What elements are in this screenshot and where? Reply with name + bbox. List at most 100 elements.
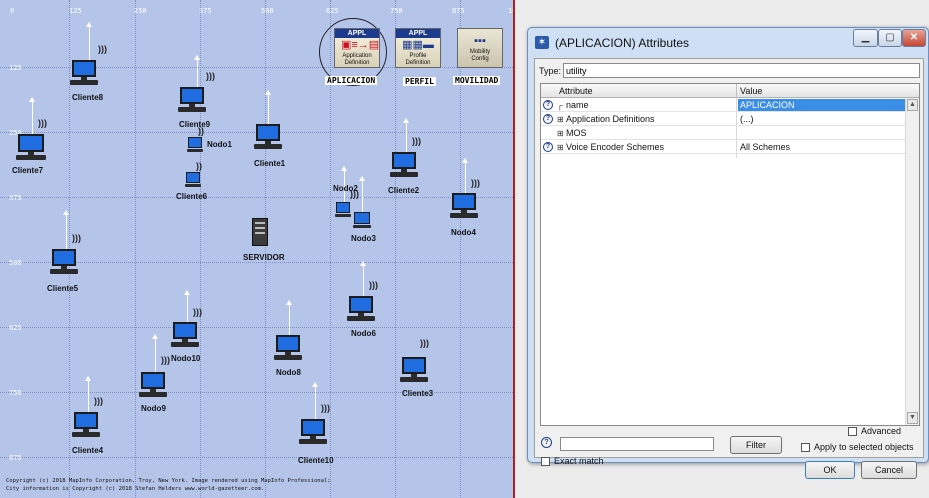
column-header-attribute[interactable]: Attribute	[559, 86, 593, 96]
node-label: Cliente8	[72, 93, 104, 102]
config-label: PERFIL	[403, 77, 436, 86]
close-icon: ✕	[909, 32, 919, 43]
cancel-button-label: Cancel	[874, 465, 903, 475]
grid-line	[460, 0, 461, 498]
type-field[interactable]	[563, 63, 920, 78]
cancel-button[interactable]: Cancel	[861, 461, 917, 479]
attributes-dialog: ✶ (APLICACION) Attributes ▁ ▢ ✕ Type: At…	[527, 27, 929, 479]
question-circle-icon[interactable]: ?	[543, 142, 553, 152]
config-text: Definition	[405, 60, 431, 66]
expand-icon[interactable]: ⊞	[557, 129, 564, 138]
attribute-value[interactable]: (...)	[738, 113, 905, 125]
node-label: Nodo3	[351, 234, 376, 243]
config-text: Profile	[409, 53, 427, 59]
table-row[interactable]: ⊞ MOS	[541, 127, 905, 140]
x-tick: 750	[390, 7, 403, 15]
exact-match-label[interactable]: Exact match	[554, 456, 604, 466]
table-row[interactable]: ? ⊞ Voice Encoder Schemes All Schemes	[541, 141, 905, 154]
scroll-up-icon[interactable]: ▲	[907, 99, 918, 111]
server-node[interactable]	[252, 218, 268, 246]
grid-line	[200, 0, 201, 498]
y-tick: 625	[9, 324, 22, 332]
config-header: APPL	[396, 29, 440, 38]
expand-icon[interactable]: ⊞	[557, 115, 564, 124]
filter-button-label: Filter	[746, 440, 766, 450]
minimize-icon: ▁	[861, 32, 870, 43]
x-tick: 250	[134, 7, 147, 15]
y-tick: 125	[9, 64, 22, 72]
column-divider[interactable]	[736, 84, 737, 98]
dialog-titlebar[interactable]: ✶ (APLICACION) Attributes ▁ ▢ ✕	[528, 28, 928, 56]
application-icon: ▣≡→▤	[341, 39, 380, 51]
config-text: Config	[471, 56, 489, 62]
node-label: Cliente2	[388, 186, 420, 195]
config-label: MOVILIDAD	[453, 76, 501, 85]
node-label: Cliente7	[12, 166, 44, 175]
table-header: Attribute Value	[541, 84, 919, 98]
apply-selected-label[interactable]: Apply to selected objects	[814, 442, 914, 452]
copyright-line: City information is Copyright (c) 2018 S…	[6, 486, 265, 492]
dialog-title: (APLICACION) Attributes	[555, 36, 690, 50]
node-label: Cliente10	[298, 456, 334, 465]
grid-line	[0, 457, 513, 458]
minimize-button[interactable]: ▁	[853, 29, 878, 47]
config-header: APPL	[335, 29, 379, 38]
attribute-name: name	[566, 100, 589, 110]
exact-match-checkbox[interactable]	[541, 457, 550, 466]
node-label: Nodo2	[333, 184, 358, 193]
attribute-value[interactable]	[738, 127, 905, 139]
grid-line	[395, 0, 396, 498]
y-tick: 750	[9, 389, 22, 397]
node-label: Cliente1	[254, 159, 286, 168]
x-tick: 10	[508, 7, 513, 15]
node-label: Cliente9	[179, 120, 211, 129]
profile-config-node[interactable]: APPL ▦▦▬ Profile Definition	[395, 28, 441, 68]
attribute-value[interactable]: All Schemes	[738, 141, 905, 153]
close-button[interactable]: ✕	[902, 29, 926, 47]
dialog-body: Type: Attribute Value ? ┌ name APLICACIO…	[534, 58, 924, 479]
expand-icon[interactable]: ⊞	[557, 143, 564, 152]
maximize-button[interactable]: ▢	[878, 29, 902, 47]
node-label: Cliente5	[47, 284, 79, 293]
node-label: Cliente3	[402, 389, 434, 398]
mobility-icon: ▪▪▪	[474, 35, 486, 47]
node-label: Nodo9	[141, 404, 166, 413]
config-text: Mobility	[469, 49, 491, 55]
node-label: Cliente4	[72, 446, 104, 455]
mobility-config-node[interactable]: ▪▪▪ Mobility Config	[457, 28, 503, 68]
x-tick: 500	[261, 7, 274, 15]
question-circle-icon[interactable]: ?	[543, 114, 553, 124]
node-label: Nodo6	[351, 329, 376, 338]
table-row[interactable]: ? ┌ name APLICACION	[541, 99, 905, 112]
profile-icon: ▦▦▬	[402, 39, 434, 51]
filter-button[interactable]: Filter	[730, 436, 782, 454]
grid-line	[0, 197, 513, 198]
advanced-checkbox[interactable]	[848, 427, 857, 436]
config-label: APLICACION	[325, 76, 378, 85]
config-text: Definition	[344, 60, 370, 66]
ok-button[interactable]: OK	[805, 461, 855, 479]
filter-input[interactable]	[560, 437, 714, 451]
attributes-table: Attribute Value ? ┌ name APLICACION ? ⊞ …	[540, 83, 920, 426]
advanced-label[interactable]: Advanced	[861, 426, 901, 436]
column-header-value[interactable]: Value	[740, 86, 762, 96]
map-copyright: Copyright (c) 2018 MapInfo Corporation, …	[6, 477, 331, 493]
apply-selected-checkbox[interactable]	[801, 443, 810, 452]
x-tick: 125	[69, 7, 82, 15]
node-label: Cliente6	[176, 192, 208, 201]
vertical-scrollbar[interactable]: ▲ ▼	[905, 98, 919, 425]
scroll-down-icon[interactable]: ▼	[907, 412, 918, 424]
question-circle-icon[interactable]: ?	[543, 100, 553, 110]
opnet-attributes-icon: ✶	[535, 36, 549, 49]
table-row[interactable]: ? ⊞ Application Definitions (...)	[541, 113, 905, 126]
grid-line	[135, 0, 136, 498]
node-label: Nodo8	[276, 368, 301, 377]
attribute-name: Voice Encoder Schemes	[566, 142, 665, 152]
attribute-value[interactable]: APLICACION	[738, 99, 905, 111]
node-label: Nodo4	[451, 228, 476, 237]
node-label: Nodo10	[171, 354, 201, 363]
network-map[interactable]: 0 125 250 375 500 625 750 875 10 125 250…	[0, 0, 515, 498]
question-circle-icon[interactable]: ?	[541, 437, 552, 448]
node-label: SERVIDOR	[243, 253, 285, 262]
application-config-node[interactable]: APPL ▣≡→▤ Application Definition	[334, 28, 380, 68]
